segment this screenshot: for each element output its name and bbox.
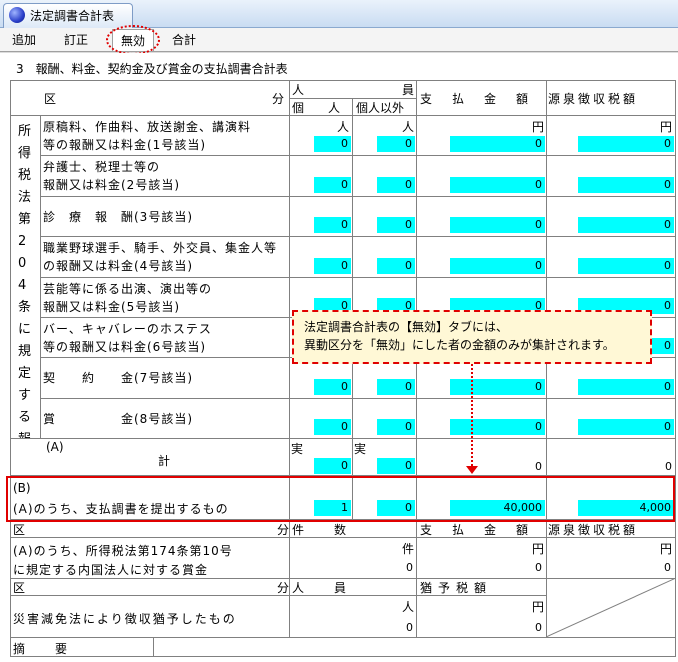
sec3-nin-field[interactable]: 0	[378, 620, 416, 636]
total-kei-label: 計	[158, 454, 171, 468]
row-zei-field[interactable]: 0	[578, 217, 674, 233]
row-label-1: バー、キャバレーのホステス	[43, 322, 212, 336]
row-label-2: の報酬又は料金(4号該当)	[43, 259, 193, 273]
highlight-box	[6, 476, 675, 522]
header-bun: 分	[272, 92, 285, 106]
row-label-1: 診 療 報 酬(3号該当)	[43, 210, 193, 224]
sec2-kin-field[interactable]: 0	[450, 560, 545, 576]
sec2-kin-unit: 円	[532, 542, 545, 556]
tekiyo-field[interactable]	[153, 637, 676, 657]
row-zei-field[interactable]: 0	[578, 136, 674, 152]
header-jin: 人	[292, 83, 305, 97]
header-in: 員	[402, 83, 415, 97]
row-igai-field[interactable]: 0	[377, 177, 415, 193]
row-zei-field[interactable]: 0	[578, 258, 674, 274]
row-kin-field[interactable]: 0	[450, 258, 545, 274]
total-igai-field[interactable]: 0	[377, 458, 415, 474]
row-label-1: 賞 金(8号該当)	[43, 412, 193, 426]
row-label-2: 報酬又は料金(5号該当)	[43, 300, 180, 314]
sec2-gensen: 源泉徴収税額	[548, 523, 639, 537]
sec2-zei-unit: 円	[660, 542, 673, 556]
row-igai-unit: 人	[402, 120, 415, 134]
sec2-ken-field[interactable]: 0	[378, 560, 416, 576]
sec3-label: 災害減免法により徴収猶予したもの	[13, 612, 237, 626]
sec2-ken-unit: 件	[402, 542, 415, 556]
row-label-1: 契 約 金(7号該当)	[43, 371, 193, 385]
row-kojin-field[interactable]: 0	[314, 136, 351, 152]
row-kin-field[interactable]: 0	[450, 177, 545, 193]
row-zei-field[interactable]: 0	[578, 177, 674, 193]
sec2-header-cell	[10, 520, 290, 538]
tab-highlight-oval	[106, 25, 160, 55]
row-kojin-unit: 人	[337, 120, 350, 134]
tekiyo-label: 摘 要	[13, 642, 70, 656]
sheet-title: 3 報酬、料金、契約金及び賞金の支払調書合計表	[16, 62, 288, 76]
header-jinin-cell	[289, 80, 417, 99]
row-label-1: 弁護士、税理士等の	[43, 160, 161, 174]
callout-text: 法定調書合計表の【無効】タブには、 異動区分を「無効」にした者の金額のみが集計さ…	[304, 320, 615, 352]
row-igai-field[interactable]: 0	[377, 379, 415, 395]
sec2-shiharai: 支 払 金 額	[420, 523, 533, 537]
row-label-2: 等の報酬又は料金(1号該当)	[43, 138, 206, 152]
row-zei-field[interactable]: 0	[578, 379, 674, 395]
total-zei-value: 0	[665, 460, 672, 473]
total-a-label: (A)	[46, 440, 64, 454]
row-kojin-field[interactable]: 0	[314, 419, 351, 435]
row-label-1: 芸能等に係る出演、演出等の	[43, 282, 213, 296]
sec3-header-cell	[10, 578, 290, 596]
row-igai-field[interactable]: 0	[377, 419, 415, 435]
header-kojin-igai: 個人以外	[356, 101, 405, 115]
sec3-blank-diagonal	[546, 578, 676, 638]
row-label-2: 報酬又は料金(2号該当)	[43, 178, 180, 192]
header-shiharai: 支 払 金 額	[420, 92, 533, 106]
row-kin-field[interactable]: 0	[450, 217, 545, 233]
tab-bar	[0, 28, 678, 52]
sec3-jinin: 人 員	[292, 581, 349, 595]
tab-total[interactable]: 合計	[164, 29, 204, 51]
window-title: 法定調書合計表	[30, 9, 115, 23]
row-kin-field[interactable]: 0	[450, 379, 545, 395]
total-kojin-unit: 実	[291, 442, 304, 456]
sec2-ku: 区	[13, 523, 26, 537]
callout-arrow-line	[471, 364, 473, 470]
header-ku: 区	[44, 92, 57, 106]
row-label-1: 職業野球選手、騎手、外交員、集金人等	[43, 241, 278, 255]
sec3-ku: 区	[13, 581, 26, 595]
total-igai-unit: 実	[354, 442, 367, 456]
row-kin-field[interactable]: 0	[450, 136, 545, 152]
sec2-bun: 分	[277, 523, 290, 537]
row-kojin-field[interactable]: 0	[314, 217, 351, 233]
tab-add[interactable]: 追加	[4, 29, 44, 51]
row-kin-field[interactable]: 0	[450, 419, 545, 435]
row-igai-field[interactable]: 0	[377, 217, 415, 233]
tab-correct[interactable]: 訂正	[56, 29, 96, 51]
row-label-1: 原稿料、作曲料、放送謝金、講演料	[43, 120, 252, 134]
row-igai-field[interactable]: 0	[377, 136, 415, 152]
header-gensen: 源泉徴収税額	[548, 92, 639, 106]
sec2-label-2: に規定する内国法人に対する賞金	[13, 563, 209, 577]
total-kin-value: 0	[535, 460, 542, 473]
row-zei-field[interactable]: 0	[578, 419, 674, 435]
callout-arrow-head	[466, 466, 478, 474]
sec2-label-1: (A)のうち、所得税法第174条第10号	[13, 544, 233, 558]
row-label-2: 等の報酬又は料金(6号該当)	[43, 340, 206, 354]
total-kojin-field[interactable]: 0	[314, 458, 351, 474]
sec2-kensu: 件 数	[292, 523, 349, 537]
sec2-zei-field[interactable]: 0	[578, 560, 674, 576]
row-zei-unit: 円	[660, 120, 673, 134]
row-kojin-field[interactable]: 0	[314, 177, 351, 193]
sec3-yen-unit: 円	[532, 600, 545, 614]
row-kojin-field[interactable]: 0	[314, 379, 351, 395]
row-kin-unit: 円	[532, 120, 545, 134]
row-igai-field[interactable]: 0	[377, 258, 415, 274]
row-kojin-field[interactable]: 0	[314, 258, 351, 274]
app-icon	[9, 7, 25, 23]
sec3-yuyo: 猶予税額	[420, 581, 493, 595]
sec3-yen-field[interactable]: 0	[450, 620, 545, 636]
sec3-bun: 分	[277, 581, 290, 595]
header-kojin: 個 人	[292, 101, 341, 115]
sec3-nin-unit: 人	[402, 600, 415, 614]
